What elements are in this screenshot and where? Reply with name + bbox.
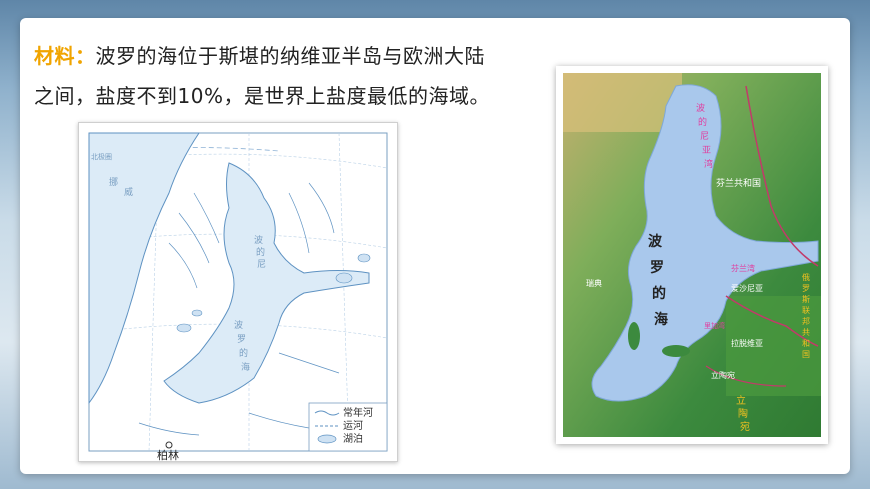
label-sweden: 瑞典	[586, 278, 602, 288]
label-estonia: 爱沙尼亚	[731, 284, 763, 293]
legend-river: 常年河	[343, 406, 373, 419]
label-lithuania: 立陶宛	[711, 370, 735, 380]
legend-canal: 运河	[343, 420, 363, 432]
map-legend: 常年河 运河 湖泊	[308, 402, 388, 452]
label-gulf-riga: 里加湾	[704, 321, 725, 330]
content-card: 材料：波罗的海位于斯堪的纳维亚半岛与欧洲大陆 之间，盐度不到10%，是世界上盐度…	[20, 18, 850, 474]
scandinavia-outline-map: 挪威 波的尼 波罗的海 北极圈 常年河 运河 湖泊 柏林	[78, 122, 398, 462]
label-latvia: 拉脱维亚	[731, 338, 763, 348]
label-arctic: 北极圈	[91, 152, 112, 161]
material-line-1: 材料：波罗的海位于斯堪的纳维亚半岛与欧洲大陆	[34, 40, 485, 69]
material-text-1: 波罗的海位于斯堪的纳维亚半岛与欧洲大陆	[95, 44, 485, 68]
material-label: 材料：	[34, 44, 96, 68]
material-line-2: 之间，盐度不到10%，是世界上盐度最低的海域。	[34, 84, 490, 108]
city-marker	[165, 441, 173, 449]
label-finland: 芬兰共和国	[716, 177, 761, 189]
legend-lake: 湖泊	[343, 433, 363, 445]
label-gulf-finland: 芬兰湾	[731, 263, 755, 273]
baltic-relief-map: 波的尼亚湾 波罗的海 芬兰共和国 芬兰湾 瑞典 爱沙尼亚 拉脱维亚 立陶宛 里加…	[556, 66, 828, 444]
city-berlin: 柏林	[157, 448, 179, 461]
